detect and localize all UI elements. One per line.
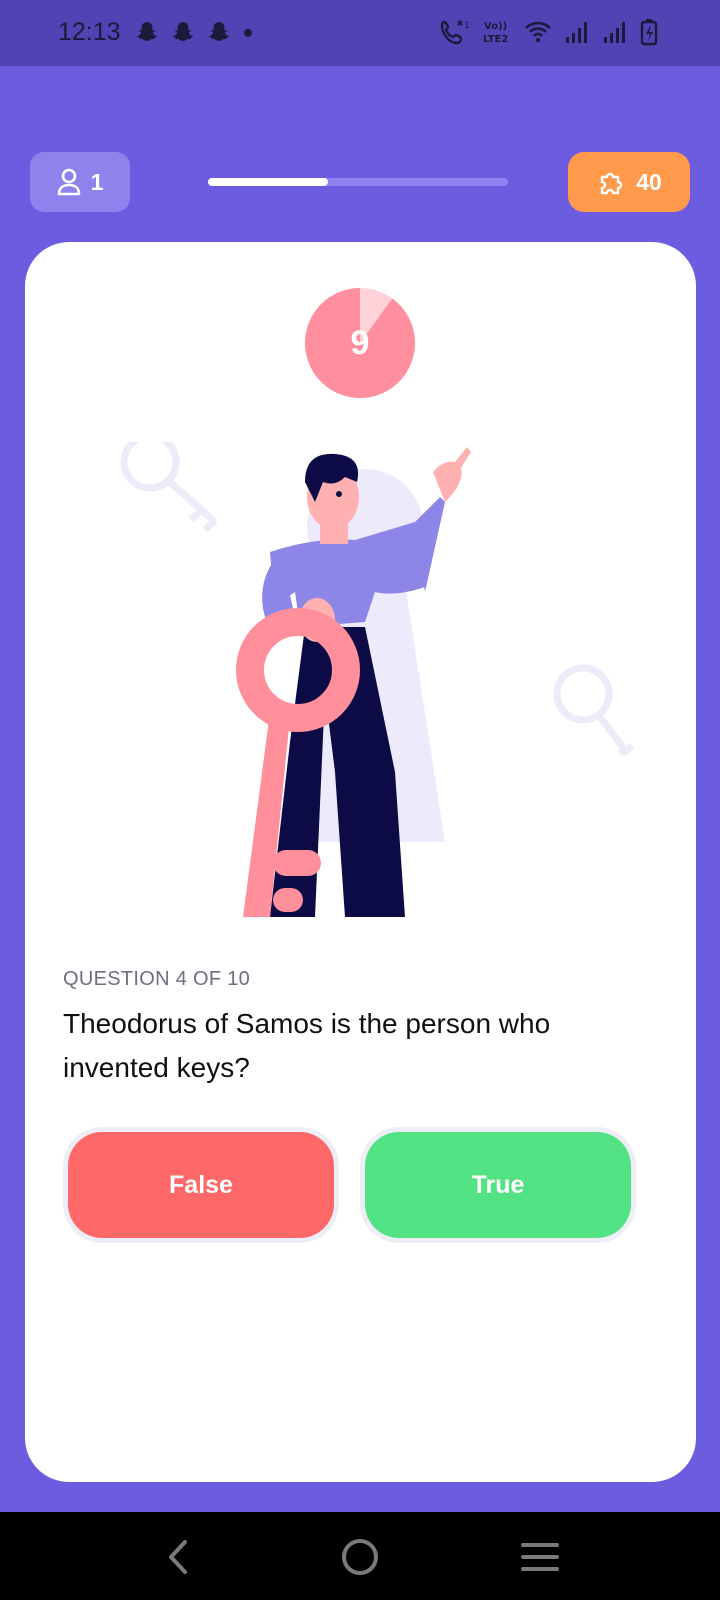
question-text: Theodorus of Samos is the person who inv…	[63, 1008, 551, 1083]
question-counter: QUESTION 4 OF 10	[63, 968, 251, 990]
snapchat-icon	[173, 22, 193, 41]
status-right-icons: 1 Vo)) LTE2	[440, 18, 658, 46]
svg-text:LTE2: LTE2	[483, 34, 508, 45]
score-value: 40	[636, 168, 662, 195]
false-answer-button[interactable]: False	[68, 1132, 334, 1238]
quiz-progress-bar	[208, 178, 508, 186]
notification-icons	[134, 20, 254, 46]
dot-icon	[244, 29, 252, 37]
person-with-key-illustration	[120, 442, 634, 917]
home-icon[interactable]	[337, 1534, 383, 1580]
status-bar: 12:13 1 Vo)) LTE2	[0, 0, 720, 66]
wifi-icon	[525, 21, 551, 43]
snapchat-icon	[137, 22, 157, 41]
puzzle-icon	[601, 172, 623, 195]
user-icon	[57, 168, 80, 196]
countdown-timer: 9	[303, 286, 417, 400]
snapchat-icon	[209, 22, 229, 41]
true-answer-button[interactable]: True	[365, 1132, 631, 1238]
menu-icon[interactable]	[517, 1534, 563, 1580]
quiz-progress-fill	[208, 178, 328, 186]
question-card: 9 QUESTION 4 OF 10 Theodorus of Samos is…	[25, 242, 696, 1482]
score-chip[interactable]: 40	[568, 152, 690, 212]
battery-charging-icon	[640, 19, 658, 46]
signal-icon	[566, 22, 587, 43]
volte-lte2-icon: Vo)) LTE2	[483, 21, 508, 45]
status-time: 12:13	[58, 18, 121, 46]
svg-text:Vo)): Vo))	[484, 21, 507, 32]
svg-text:1: 1	[464, 21, 470, 31]
back-icon[interactable]	[157, 1534, 203, 1580]
player-count: 1	[90, 168, 104, 195]
timer-value: 9	[350, 324, 370, 362]
signal-icon	[604, 22, 625, 43]
player-count-chip[interactable]: 1	[30, 152, 130, 212]
wifi-calling-icon: 1	[440, 20, 470, 45]
system-nav-bar	[0, 1512, 720, 1600]
